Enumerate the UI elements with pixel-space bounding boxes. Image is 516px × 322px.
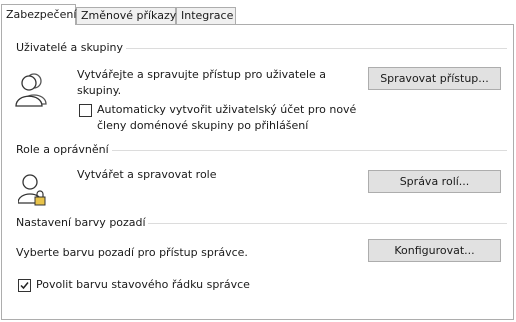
checkmark-icon: [20, 282, 29, 290]
user-lock-icon: [17, 173, 48, 210]
tab-change-commands[interactable]: Změnové příkazy: [76, 7, 176, 24]
checkbox-box-checked[interactable]: [18, 279, 31, 292]
group-divider: [112, 150, 507, 151]
roles-description: Vytvářet a spravovat role: [77, 168, 217, 181]
configure-button[interactable]: Konfigurovat...: [368, 239, 501, 262]
group-title-background-color: Nastavení barvy pozadí: [16, 216, 146, 229]
group-divider: [148, 223, 507, 224]
group-divider: [126, 48, 507, 49]
manage-roles-button[interactable]: Správa rolí...: [368, 170, 501, 193]
group-title-users-groups: Uživatelé a skupiny: [16, 41, 124, 54]
user-silhouette-icon: [14, 71, 48, 110]
group-title-roles: Role a oprávnění: [16, 143, 109, 156]
manage-access-button[interactable]: Spravovat přístup...: [368, 67, 501, 90]
auto-create-account-label: Automaticky vytvořit uživatelský účet pr…: [97, 103, 357, 132]
background-description: Vyberte barvu pozadí pro přístup správce…: [16, 246, 248, 259]
checkbox-box[interactable]: [79, 104, 92, 117]
tab-integration[interactable]: Integrace: [176, 7, 236, 24]
users-groups-description: Vytvářejte a spravujte přístup pro uživa…: [77, 68, 327, 97]
auto-create-account-checkbox[interactable]: Automaticky vytvořit uživatelský účet pr…: [79, 102, 379, 134]
tab-security[interactable]: Zabezpečení: [1, 4, 76, 25]
statusbar-color-checkbox[interactable]: Povolit barvu stavového řádku správce: [18, 277, 338, 293]
statusbar-color-label: Povolit barvu stavového řádku správce: [36, 278, 250, 291]
tab-panel-security: Uživatelé a skupiny Vytvářejte a spravuj…: [1, 24, 514, 320]
